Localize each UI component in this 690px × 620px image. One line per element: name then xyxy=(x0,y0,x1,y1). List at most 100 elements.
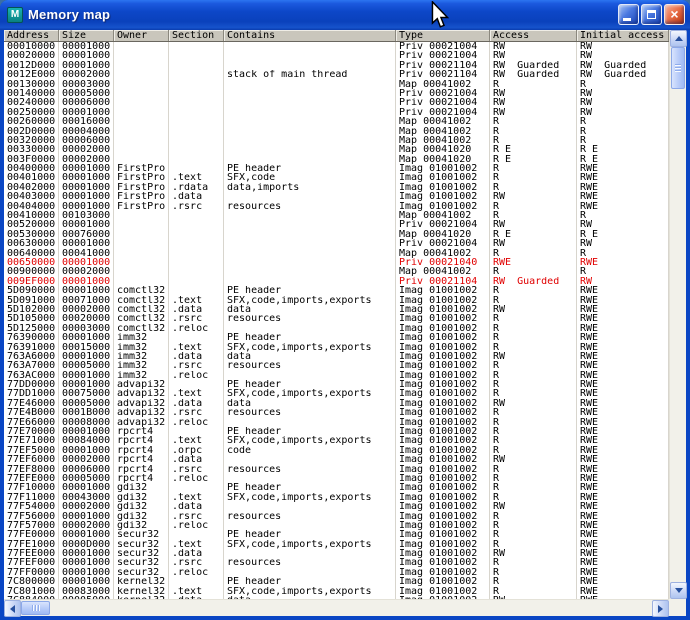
table-row[interactable]: 0012D00000001000Priv 00021104RW GuardedR… xyxy=(4,61,669,70)
maximize-button[interactable] xyxy=(641,4,662,25)
cell-initial: R xyxy=(577,127,669,136)
table-row[interactable]: 0064000000041000Map 00041002RR xyxy=(4,249,669,258)
table-row[interactable]: 7C80100000083000kernel32.textSFX,code,im… xyxy=(4,587,669,596)
cell-contains xyxy=(224,239,396,248)
table-row[interactable]: 0090000000002000Map 00041002RR xyxy=(4,267,669,276)
table-row[interactable]: 77E6600000008000advapi32.relocImag 01001… xyxy=(4,418,669,427)
table-row[interactable]: 77E7100000084000rpcrt4.textSFX,code,impo… xyxy=(4,436,669,445)
table-row[interactable]: 77E4B0000001B000advapi32.rsrcresourcesIm… xyxy=(4,408,669,417)
table-row[interactable]: 0053000000076000Map 00041020R ER E xyxy=(4,230,669,239)
table-row[interactable]: 0002000000001000Priv 00021004RWRW xyxy=(4,51,669,60)
table-row[interactable]: 0033000000002000Map 00041020R ER E xyxy=(4,145,669,154)
table-row[interactable]: 77FEE00000001000secur32.dataImag 0100100… xyxy=(4,549,669,558)
cell-size: 00005000 xyxy=(59,361,114,370)
table-row[interactable]: 0012E00000002000stack of main threadPriv… xyxy=(4,70,669,79)
table-row[interactable]: 0040400000001000FirstPro.rsrcresourcesIm… xyxy=(4,202,669,211)
table-row[interactable]: 77FE10000000D000secur32.textSFX,code,imp… xyxy=(4,540,669,549)
table-row[interactable]: 5D09000000001000comctl32PE headerImag 01… xyxy=(4,286,669,295)
column-header-section[interactable]: Section xyxy=(169,30,224,41)
table-row[interactable]: 77EF800000006000rpcrt4.rsrcresourcesImag… xyxy=(4,465,669,474)
table-row[interactable]: 77FF000000001000secur32.relocImag 010010… xyxy=(4,568,669,577)
cell-addr: 77EF6000 xyxy=(4,455,59,464)
table-row[interactable]: 77EF500000001000rpcrt4.orpccodeImag 0100… xyxy=(4,446,669,455)
cell-owner: comctl32 xyxy=(114,324,169,333)
table-row[interactable]: 763AC00000001000imm32.relocImag 01001002… xyxy=(4,371,669,380)
titlebar[interactable]: M Memory map × xyxy=(0,0,690,30)
table-row[interactable]: 5D12500000003000comctl32.relocImag 01001… xyxy=(4,324,669,333)
table-row[interactable]: 0040000000001000FirstProPE headerImag 01… xyxy=(4,164,669,173)
table-row[interactable]: 77F5700000002000gdi32.relocImag 01001002… xyxy=(4,521,669,530)
table-row[interactable]: 7C80000000001000kernel32PE headerImag 01… xyxy=(4,577,669,586)
close-button[interactable]: × xyxy=(664,4,685,25)
table-row[interactable]: 0040300000001000FirstPro.dataImag 010010… xyxy=(4,192,669,201)
table-row[interactable]: 0025000000001000Priv 00021004RWRW xyxy=(4,108,669,117)
table-row[interactable]: 009EF00000001000Priv 00021104RW GuardedR… xyxy=(4,277,669,286)
scroll-left-button[interactable] xyxy=(4,600,21,617)
minimize-button[interactable] xyxy=(618,4,639,25)
table-row[interactable]: 77DD000000001000advapi32PE headerImag 01… xyxy=(4,380,669,389)
table-row[interactable]: 002D000000004000Map 00041002RR xyxy=(4,127,669,136)
cell-section: .rdata xyxy=(169,183,224,192)
scroll-right-button[interactable] xyxy=(652,600,669,617)
horizontal-scrollbar-thumb[interactable] xyxy=(21,601,50,615)
table-row[interactable]: 0040200000001000FirstPro.rdatadata,impor… xyxy=(4,183,669,192)
table-row[interactable]: 7639000000001000imm32PE headerImag 01001… xyxy=(4,333,669,342)
cell-contains: SFX,code,imports,exports xyxy=(224,389,396,398)
table-row[interactable]: 77F5400000002000gdi32.dataImag 01001002R… xyxy=(4,502,669,511)
table-row[interactable]: 77EFE00000005000rpcrt4.relocImag 0100100… xyxy=(4,474,669,483)
table-row[interactable]: 77F1100000043000gdi32.textSFX,code,impor… xyxy=(4,493,669,502)
table-row[interactable]: 0026000000016000Map 00041002RR xyxy=(4,117,669,126)
cell-section: .data xyxy=(169,502,224,511)
table-row[interactable]: 77F1000000001000gdi32PE headerImag 01001… xyxy=(4,483,669,492)
column-header-contains[interactable]: Contains xyxy=(224,30,396,41)
cell-contains: resources xyxy=(224,361,396,370)
table-row[interactable]: 0013000000003000Map 00041002RR xyxy=(4,80,669,89)
cell-access: R xyxy=(490,80,577,89)
cell-contains xyxy=(224,230,396,239)
table-row[interactable]: 0040100000001000FirstPro.textSFX,codeIma… xyxy=(4,173,669,182)
table-row[interactable]: 7639100000015000imm32.textSFX,code,impor… xyxy=(4,343,669,352)
cell-size: 00002000 xyxy=(59,155,114,164)
table-row[interactable]: 77FEF00000001000secur32.rsrcresourcesIma… xyxy=(4,558,669,567)
table-row[interactable]: 003F000000002000Map 00041020R ER E xyxy=(4,155,669,164)
table-row[interactable]: 5D10500000020000comctl32.rsrcresourcesIm… xyxy=(4,314,669,323)
table-row[interactable]: 0052000000001000Priv 00021004RWRW xyxy=(4,220,669,229)
vertical-scrollbar[interactable] xyxy=(669,30,686,599)
table-row[interactable]: 77E7000000001000rpcrt4PE headerImag 0100… xyxy=(4,427,669,436)
cell-initial: R xyxy=(577,211,669,220)
column-header-owner[interactable]: Owner xyxy=(114,30,169,41)
scroll-up-button[interactable] xyxy=(670,30,687,47)
table-row[interactable]: 77E4600000005000advapi32.datadataImag 01… xyxy=(4,399,669,408)
cell-contains: SFX,code,imports,exports xyxy=(224,296,396,305)
cell-initial: RW xyxy=(577,98,669,107)
horizontal-scrollbar[interactable] xyxy=(4,599,669,616)
table-row[interactable]: 0024000000006000Priv 00021004RWRW xyxy=(4,98,669,107)
table-row[interactable]: 0014000000005000Priv 00021004RWRW xyxy=(4,89,669,98)
cell-type: Imag 01001002 xyxy=(396,493,490,502)
column-header-address[interactable]: Address xyxy=(4,30,59,41)
column-header-access[interactable]: Access xyxy=(490,30,577,41)
column-header-size[interactable]: Size xyxy=(59,30,114,41)
table-row[interactable]: 0032000000006000Map 00041002RR xyxy=(4,136,669,145)
cell-section xyxy=(169,80,224,89)
table-row[interactable]: 763A600000001000imm32.datadataImag 01001… xyxy=(4,352,669,361)
table-row[interactable]: 5D09100000071000comctl32.textSFX,code,im… xyxy=(4,296,669,305)
memory-map-icon[interactable]: M xyxy=(7,7,23,23)
scroll-down-button[interactable] xyxy=(670,582,687,599)
table-row[interactable]: 77FE000000001000secur32PE headerImag 010… xyxy=(4,530,669,539)
vertical-scrollbar-thumb[interactable] xyxy=(671,47,685,89)
cell-access: R xyxy=(490,173,577,182)
table-row[interactable]: 77EF600000002000rpcrt4.dataImag 01001002… xyxy=(4,455,669,464)
table-row[interactable]: 0001000000001000Priv 00021004RWRW xyxy=(4,42,669,51)
column-header-initial-access[interactable]: Initial access xyxy=(577,30,669,41)
table-row[interactable]: 77F5600000001000gdi32.rsrcresourcesImag … xyxy=(4,512,669,521)
cell-owner: advapi32 xyxy=(114,380,169,389)
cell-owner: FirstPro xyxy=(114,173,169,182)
column-header-type[interactable]: Type xyxy=(396,30,490,41)
table-row[interactable]: 77DD100000075000advapi32.textSFX,code,im… xyxy=(4,389,669,398)
table-row[interactable]: 763A700000005000imm32.rsrcresourcesImag … xyxy=(4,361,669,370)
table-row[interactable]: 0063000000001000Priv 00021004RWRW xyxy=(4,239,669,248)
table-row[interactable]: 5D10200000002000comctl32.datadataImag 01… xyxy=(4,305,669,314)
table-row[interactable]: 0041000000103000Map 00041002RR xyxy=(4,211,669,220)
table-row[interactable]: 0065000000001000Priv 00021040RWERWE xyxy=(4,258,669,267)
